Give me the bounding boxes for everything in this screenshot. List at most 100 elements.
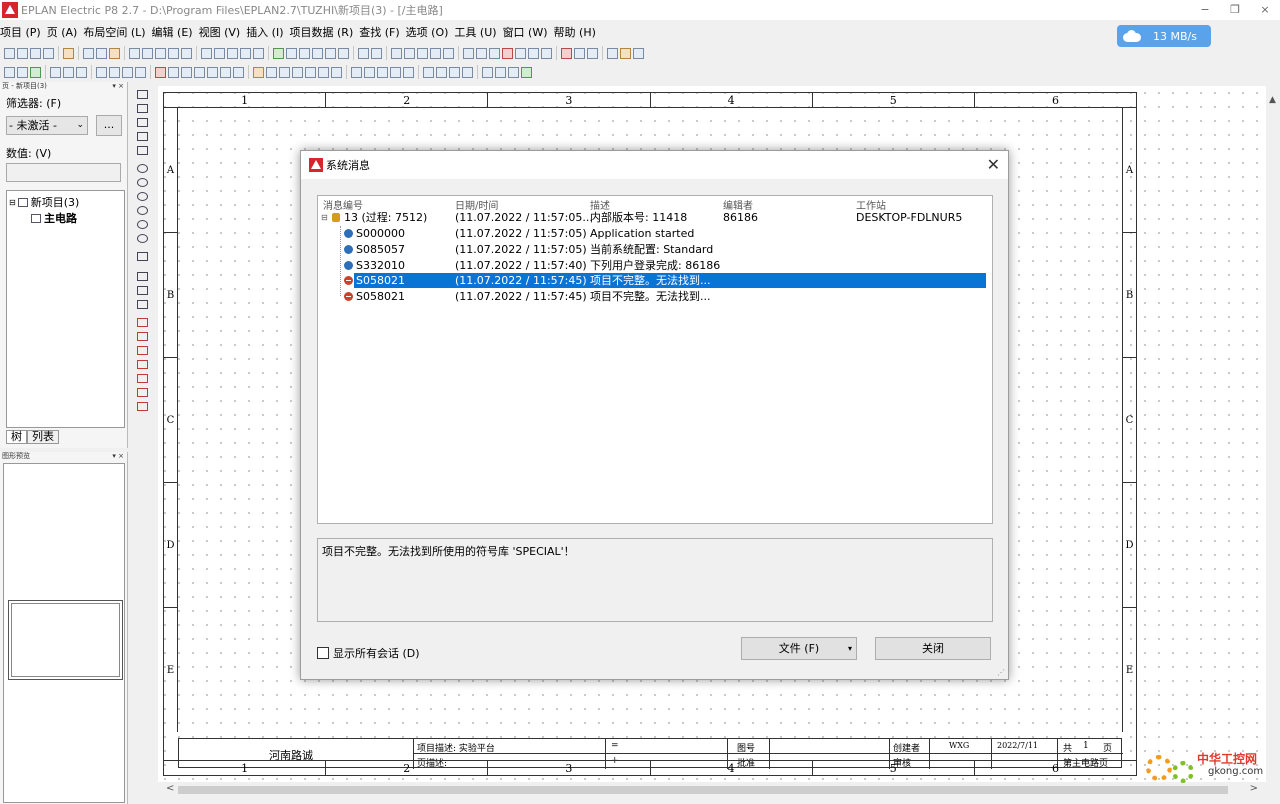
- arc-icon[interactable]: [137, 192, 148, 201]
- window-tile-icon[interactable]: [201, 47, 212, 59]
- table-row[interactable]: ⊟ 13 (过程: 7512) (11.07.2022 / 11:57:05..…: [318, 210, 992, 225]
- pipe-icon[interactable]: [364, 66, 375, 78]
- plc-icon[interactable]: [207, 66, 218, 78]
- polygon-icon[interactable]: [137, 118, 148, 127]
- macro-icon[interactable]: [318, 66, 329, 78]
- wire-icon[interactable]: [436, 66, 447, 78]
- filter-select[interactable]: - 未激活 - ⌄: [6, 116, 88, 135]
- text-icon[interactable]: [137, 272, 148, 281]
- paste-icon[interactable]: [109, 47, 120, 59]
- checkbox-box[interactable]: [317, 647, 329, 659]
- line-icon[interactable]: [561, 47, 572, 59]
- plc-icon[interactable]: [233, 66, 244, 78]
- table-row-selected[interactable]: S058021 (11.07.2022 / 11:57:45) 项目不完整。无法…: [318, 273, 992, 288]
- device-icon[interactable]: [633, 47, 644, 59]
- rectangle-icon[interactable]: [137, 132, 148, 141]
- pointer-icon[interactable]: [508, 66, 519, 78]
- cut-icon[interactable]: [83, 47, 94, 59]
- collapse-icon[interactable]: ⊟: [9, 198, 16, 207]
- grid-icon[interactable]: [214, 47, 225, 59]
- cable-icon[interactable]: [96, 66, 107, 78]
- macro-icon[interactable]: [279, 66, 290, 78]
- macro-icon[interactable]: [305, 66, 316, 78]
- plc-icon[interactable]: [181, 66, 192, 78]
- rectangle-icon[interactable]: [137, 146, 148, 155]
- vertical-scrollbar[interactable]: ▲: [1266, 95, 1280, 785]
- zoom-fit-icon[interactable]: [325, 47, 336, 59]
- wire-icon[interactable]: [449, 66, 460, 78]
- terminal-icon[interactable]: [63, 66, 74, 78]
- menu-insert[interactable]: 插入 (I): [246, 24, 283, 40]
- macro-icon[interactable]: [292, 66, 303, 78]
- table-row[interactable]: S058021 (11.07.2022 / 11:57:45) 项目不完整。无法…: [318, 289, 992, 304]
- pointer-icon[interactable]: [495, 66, 506, 78]
- page-thumbnail[interactable]: [8, 600, 123, 680]
- wrench-icon[interactable]: [63, 47, 74, 59]
- arrow-right-icon[interactable]: [371, 47, 382, 59]
- connection-icon[interactable]: [391, 47, 402, 59]
- message-list[interactable]: 消息编号 日期/时间 描述 编辑者 工作站 ⊟ 13 (过程: 7512) (1…: [317, 195, 993, 524]
- page-icon[interactable]: [4, 66, 15, 78]
- dimension-icon[interactable]: [137, 374, 148, 383]
- table-row[interactable]: S085057 (11.07.2022 / 11:57:05) 当前系统配置: …: [318, 242, 992, 257]
- new-icon[interactable]: [4, 47, 15, 59]
- circle-icon[interactable]: [137, 164, 148, 173]
- open-icon[interactable]: [17, 47, 28, 59]
- collapse-icon[interactable]: ⊟: [321, 214, 328, 222]
- symbol-icon[interactable]: [489, 47, 500, 59]
- menu-tools[interactable]: 工具 (U): [454, 24, 496, 40]
- terminal-icon[interactable]: [50, 66, 61, 78]
- menu-edit[interactable]: 编辑 (E): [152, 24, 193, 40]
- pointer-icon[interactable]: [482, 66, 493, 78]
- value-input[interactable]: [6, 163, 121, 182]
- dropdown-arrow-icon[interactable]: ▾: [848, 638, 852, 659]
- table-row[interactable]: S000000 (11.07.2022 / 11:57:05) Applicat…: [318, 226, 992, 241]
- tab-list[interactable]: 列表: [27, 430, 59, 444]
- line-icon[interactable]: [587, 47, 598, 59]
- show-all-sessions-checkbox[interactable]: 显示所有会话 (D): [317, 645, 420, 661]
- black-box-icon[interactable]: [155, 66, 166, 78]
- zoom-window-icon[interactable]: [312, 47, 323, 59]
- hyperlink-icon[interactable]: [137, 300, 148, 309]
- dimension-icon[interactable]: [137, 332, 148, 341]
- menu-project[interactable]: 项目 (P): [0, 24, 41, 40]
- arc-icon[interactable]: [137, 206, 148, 215]
- undo-icon[interactable]: [155, 47, 166, 59]
- menu-find[interactable]: 查找 (F): [359, 24, 399, 40]
- menu-view[interactable]: 视图 (V): [199, 24, 241, 40]
- zoom-all-icon[interactable]: [338, 47, 349, 59]
- cable-icon[interactable]: [109, 66, 120, 78]
- menu-project-data[interactable]: 项目数据 (R): [290, 24, 354, 40]
- scroll-left-icon[interactable]: <: [166, 783, 174, 794]
- dialog-close-icon[interactable]: ✕: [987, 155, 1000, 174]
- symbol-icon[interactable]: [541, 47, 552, 59]
- minimize-button[interactable]: −: [1190, 0, 1220, 20]
- check-icon[interactable]: [142, 47, 153, 59]
- panel-close-icon[interactable]: ▾ ×: [112, 452, 124, 461]
- device-icon[interactable]: [607, 47, 618, 59]
- dimension-icon[interactable]: [137, 318, 148, 327]
- connection-icon[interactable]: [430, 47, 441, 59]
- arrow-left-icon[interactable]: [358, 47, 369, 59]
- ellipse-icon[interactable]: [137, 234, 148, 243]
- symbol-icon[interactable]: [463, 47, 474, 59]
- circle-icon[interactable]: [137, 178, 148, 187]
- close-button[interactable]: 关闭: [875, 637, 991, 660]
- cable-icon[interactable]: [135, 66, 146, 78]
- connection-icon[interactable]: [417, 47, 428, 59]
- print-icon[interactable]: [43, 47, 54, 59]
- plc-icon[interactable]: [220, 66, 231, 78]
- dimension-icon[interactable]: [137, 360, 148, 369]
- scrollbar-thumb[interactable]: [178, 786, 1228, 794]
- network-speed-badge[interactable]: 13 MB/s: [1117, 25, 1211, 47]
- zoom-out-icon[interactable]: [299, 47, 310, 59]
- history-icon[interactable]: [181, 47, 192, 59]
- zoom-in-icon[interactable]: [286, 47, 297, 59]
- ellipse-icon[interactable]: [137, 220, 148, 229]
- menu-page[interactable]: 页 (A): [47, 24, 78, 40]
- menu-help[interactable]: 帮助 (H): [554, 24, 596, 40]
- wire-icon[interactable]: [462, 66, 473, 78]
- scroll-up-icon[interactable]: ▲: [1269, 95, 1276, 105]
- filter-more-button[interactable]: ...: [96, 115, 122, 136]
- pipe-icon[interactable]: [390, 66, 401, 78]
